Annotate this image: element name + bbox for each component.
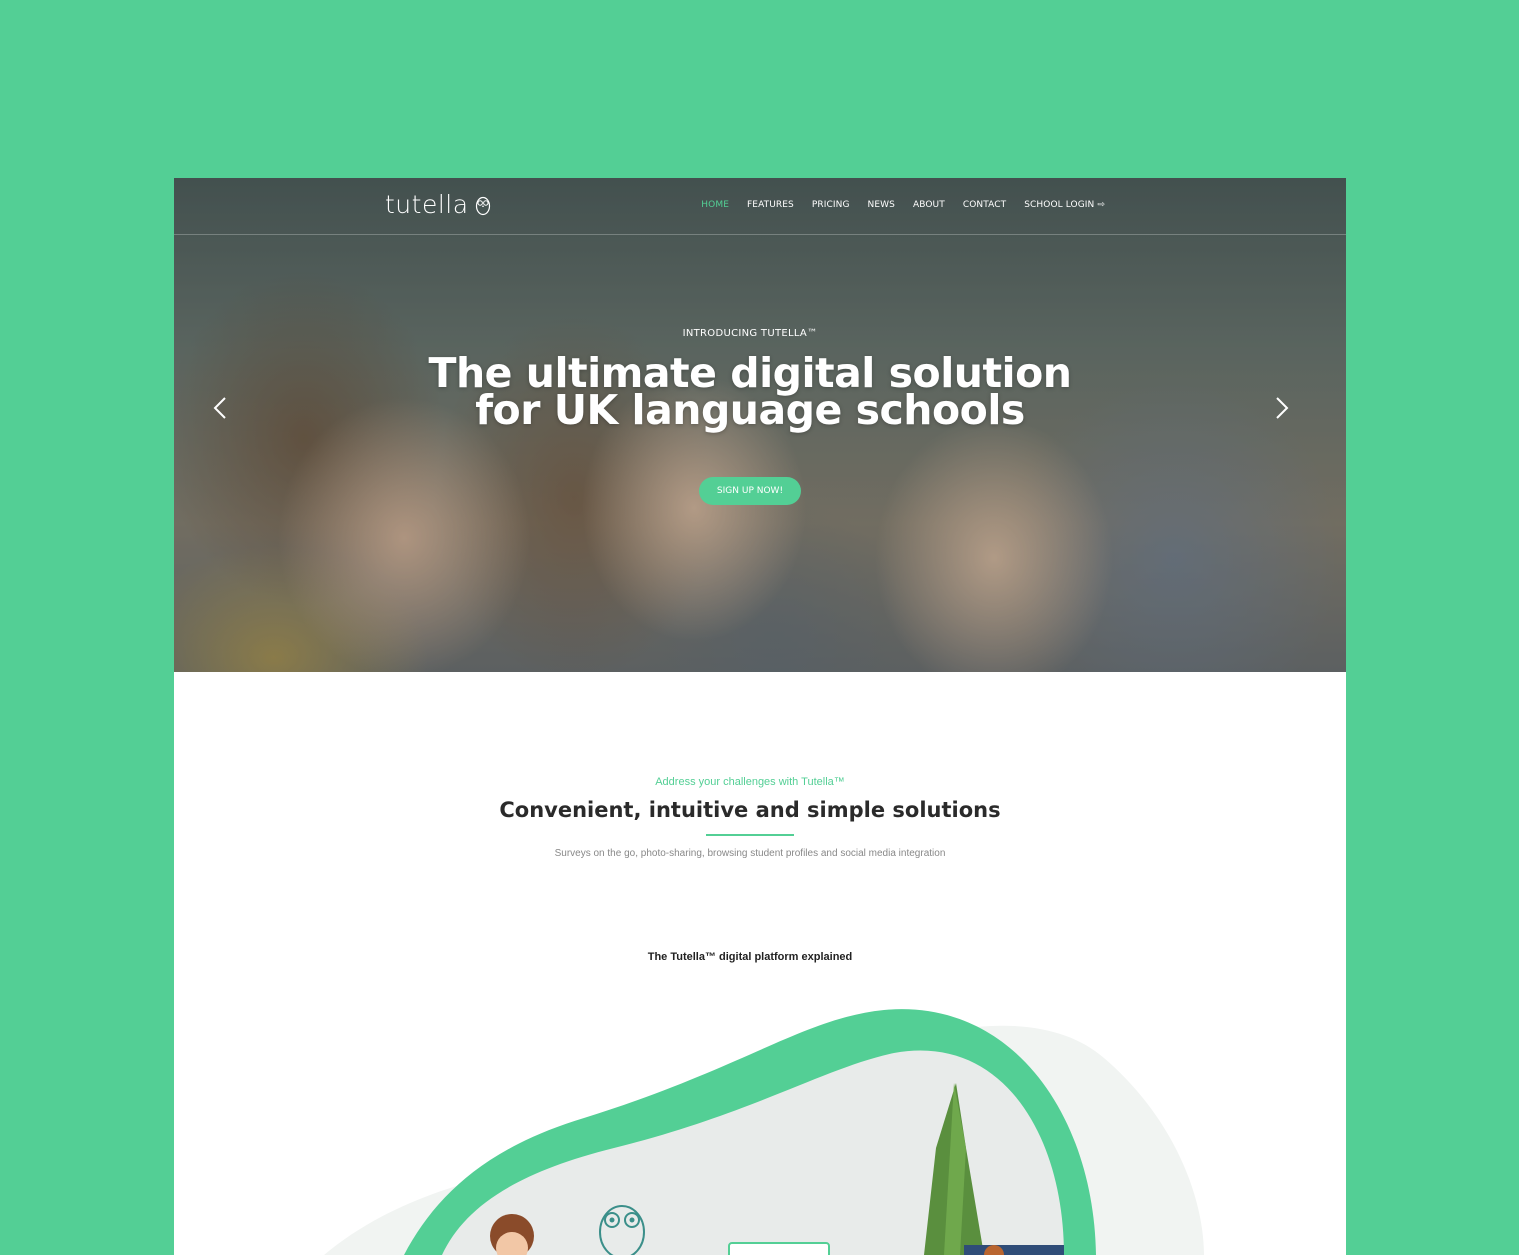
nav-features[interactable]: FEATURES [747,200,794,210]
intro-subtitle: Surveys on the go, photo-sharing, browsi… [554,848,946,859]
intro-kicker: Address your challenges with Tutella™ [655,776,845,788]
school-login-label: SCHOOL LOGIN [1024,200,1095,210]
nav-contact[interactable]: CONTACT [963,200,1006,210]
platform-heading: The Tutella™ digital platform explained [647,951,853,963]
intro-title: Convenient, intuitive and simple solutio… [499,798,1001,822]
hero-content: INTRODUCING TUTELLA™ The ultimate digita… [174,328,1326,505]
hero-headline-line2: for UK language schools [475,386,1025,434]
nav-about[interactable]: ABOUT [913,200,945,210]
hero-eyebrow: INTRODUCING TUTELLA™ [682,328,818,339]
nav-pricing[interactable]: PRICING [812,200,850,210]
logo[interactable]: tutella [385,190,491,219]
logo-text: tutella [385,190,469,219]
intro-section: Address your challenges with Tutella™ Co… [174,776,1326,859]
platform-illustration [324,1009,1204,1255]
title-divider [706,834,794,836]
nav-home[interactable]: HOME [701,200,729,210]
nav-news[interactable]: NEWS [868,200,895,210]
main-menu: HOME FEATURES PRICING NEWS ABOUT CONTACT… [683,200,1105,210]
top-navigation: tutella HOME FEATURES PRICING NEWS ABOUT… [174,178,1346,235]
owl-icon [475,196,490,215]
hero-headline: The ultimate digital solution for UK lan… [174,353,1326,434]
sign-up-button[interactable]: SIGN UP NOW! [698,477,802,505]
nav-school-login[interactable]: SCHOOL LOGIN ⇨ [1024,200,1105,210]
sign-in-icon: ⇨ [1097,200,1105,210]
website-frame: tutella HOME FEATURES PRICING NEWS ABOUT… [174,178,1346,1255]
hero-banner: tutella HOME FEATURES PRICING NEWS ABOUT… [174,178,1346,672]
